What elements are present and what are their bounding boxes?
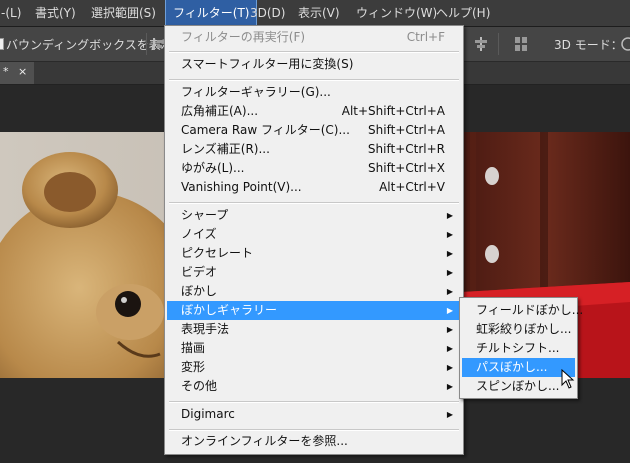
menu-item-camera-raw[interactable]: Camera Raw フィルター(C)... Shift+Ctrl+A xyxy=(167,121,461,140)
distribute-spacing-icon[interactable] xyxy=(514,36,528,52)
menu-item-digimarc[interactable]: Digimarc ▶ xyxy=(167,405,461,424)
menu-item-render[interactable]: 描画 ▶ xyxy=(167,339,461,358)
menu-select[interactable]: 選択範囲(S) xyxy=(84,0,163,26)
menu-item-sharpen[interactable]: シャープ ▶ xyxy=(167,206,461,225)
submenu-item-iris-blur[interactable]: 虹彩絞りぼかし... xyxy=(462,320,575,339)
submenu-arrow-icon: ▶ xyxy=(446,268,453,277)
distribute-icon[interactable] xyxy=(474,36,488,52)
submenu-arrow-icon: ▶ xyxy=(446,410,453,419)
menu-item-last-filter: フィルターの再実行(F) Ctrl+F xyxy=(181,30,445,44)
close-icon[interactable]: × xyxy=(18,65,27,78)
menu-separator xyxy=(169,202,459,204)
menu-separator xyxy=(169,429,459,431)
menu-item-pixelate[interactable]: ピクセレート ▶ xyxy=(167,244,461,263)
submenu-arrow-icon: ▶ xyxy=(446,344,453,353)
toolbar-divider xyxy=(146,33,147,55)
menu-item-lens-correction[interactable]: レンズ補正(R)... Shift+Ctrl+R xyxy=(167,140,461,159)
menu-3d[interactable]: 3D(D) xyxy=(243,0,292,26)
menu-item-browse-online-filters[interactable]: オンラインフィルターを参照... xyxy=(167,432,461,451)
submenu-item-tilt-shift[interactable]: チルトシフト... xyxy=(462,339,575,358)
3d-mode-icon[interactable] xyxy=(620,36,630,52)
menu-layer[interactable]: -(L) xyxy=(0,0,28,26)
filter-menu: フィルターの再実行(F) Ctrl+F スマートフィルター用に変換(S) フィル… xyxy=(164,25,464,455)
menu-item-distort[interactable]: 変形 ▶ xyxy=(167,358,461,377)
menu-item-stylize[interactable]: 表現手法 ▶ xyxy=(167,320,461,339)
menu-item-blur[interactable]: ぼかし ▶ xyxy=(167,282,461,301)
submenu-arrow-icon: ▶ xyxy=(446,382,453,391)
mouse-cursor-icon xyxy=(561,369,575,389)
submenu-arrow-icon: ▶ xyxy=(446,249,453,258)
toolbar-divider xyxy=(498,33,499,55)
submenu-arrow-icon: ▶ xyxy=(446,287,453,296)
menu-help[interactable]: ヘルプ(H) xyxy=(429,0,497,26)
menu-separator xyxy=(169,79,459,81)
menu-bar: -(L) 書式(Y) 選択範囲(S) フィルター(T) 3D(D) 表示(V) … xyxy=(0,0,630,27)
submenu-arrow-icon: ▶ xyxy=(446,363,453,372)
menu-item-liquify[interactable]: ゆがみ(L)... Shift+Ctrl+X xyxy=(167,159,461,178)
menu-item-other[interactable]: その他 ▶ xyxy=(167,377,461,396)
menu-separator xyxy=(169,401,459,403)
show-bounding-box-label[interactable]: バウンディングボックスを表示 xyxy=(6,36,173,53)
submenu-item-path-blur[interactable]: パスぼかし... xyxy=(462,358,575,377)
menu-type[interactable]: 書式(Y) xyxy=(28,0,83,26)
submenu-item-field-blur[interactable]: フィールドぼかし... xyxy=(462,301,583,320)
menu-item-vanishing-point[interactable]: Vanishing Point(V)... Alt+Ctrl+V xyxy=(167,178,461,197)
submenu-arrow-icon: ▶ xyxy=(446,325,453,334)
checkbox-icon[interactable] xyxy=(0,38,4,50)
menu-separator xyxy=(169,51,459,53)
submenu-arrow-icon: ▶ xyxy=(446,230,453,239)
menu-item-blur-gallery[interactable]: ぼかしギャラリー ▶ xyxy=(167,301,461,320)
menu-item-filter-gallery[interactable]: フィルターギャラリー(G)... xyxy=(167,83,461,102)
3d-mode-label: 3D モード： xyxy=(554,38,623,52)
submenu-arrow-icon: ▶ xyxy=(446,306,453,315)
menu-view[interactable]: 表示(V) xyxy=(291,0,347,26)
document-tab[interactable]: * × xyxy=(0,62,34,84)
submenu-item-spin-blur[interactable]: スピンぼかし... xyxy=(462,377,575,396)
menu-item-noise[interactable]: ノイズ ▶ xyxy=(167,225,461,244)
menu-item-adaptive-wide-angle[interactable]: 広角補正(A)... Alt+Shift+Ctrl+A xyxy=(167,102,461,121)
modified-mark: * xyxy=(3,65,9,78)
menu-item-convert-smart-filters[interactable]: スマートフィルター用に変換(S) xyxy=(167,55,461,74)
menu-item-video[interactable]: ビデオ ▶ xyxy=(167,263,461,282)
submenu-arrow-icon: ▶ xyxy=(446,211,453,220)
